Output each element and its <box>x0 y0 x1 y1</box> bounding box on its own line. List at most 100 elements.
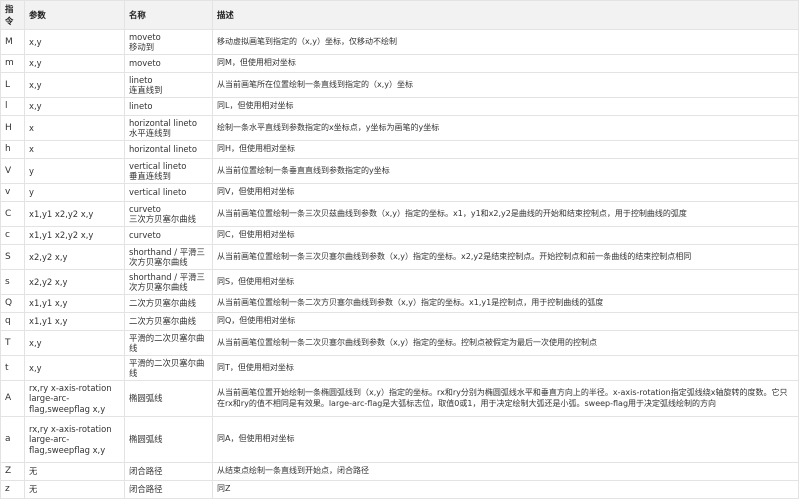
cell-description: 同T，但使用相对坐标 <box>212 355 799 381</box>
cell-description: 从当前画笔所在位置绘制一条直线到指定的（x,y）坐标 <box>212 72 799 98</box>
cell-params: rx,ry x-axis-rotation large-arc-flag,swe… <box>24 380 125 417</box>
table-row: v y vertical lineto 同V，但使用相对坐标 <box>0 183 799 202</box>
cell-command: L <box>0 72 25 98</box>
cell-name: 二次方贝塞尔曲线 <box>124 294 213 313</box>
cell-name-line: 连直线到 <box>129 85 163 95</box>
table-row: Z 无闭合路径 从结束点绘制一条直线到开始点，闭合路径 <box>0 462 799 481</box>
cell-description: 同V，但使用相对坐标 <box>212 183 799 202</box>
cell-description: 绘制一条水平直线到参数指定的x坐标点，y坐标为画笔的y坐标 <box>212 115 799 141</box>
header-params: 参数 <box>24 0 125 30</box>
header-name: 名称 <box>124 0 213 30</box>
cell-name-line: 椭圆弧线 <box>129 434 163 445</box>
table-body: Mx,y moveto 移动到 移动虚拟画笔到指定的（x,y）坐标，仅移动不绘制 m x,… <box>0 29 799 499</box>
cell-name: 平滑的二次贝塞尔曲线 <box>124 355 213 381</box>
cell-name-line: vertical lineto <box>129 160 187 171</box>
table-row: Arx,ry x-axis-rotation large-arc-flag,sw… <box>0 380 799 417</box>
cell-description: 同L，但使用相对坐标 <box>212 97 799 116</box>
cell-name: curveto 三次方贝塞尔曲线 <box>124 201 213 227</box>
cell-params: x1,y1 x,y <box>24 312 125 331</box>
table-row: q x1,y1 x,y 二次方贝塞尔曲线 同Q，但使用相对坐标 <box>0 312 799 331</box>
cell-name: horizontal lineto 水平连线到 <box>124 115 213 141</box>
cell-description: 同A，但使用相对坐标 <box>212 416 799 463</box>
cell-name-line: 线 <box>129 343 138 353</box>
cell-name-line: moveto <box>129 31 161 42</box>
cell-params: x <box>24 140 125 159</box>
cell-description: 同S，但使用相对坐标 <box>212 269 799 295</box>
table-row: Hx horizontal lineto 水平连线到 绘制一条水平直线到参数指定的x坐… <box>0 115 799 141</box>
cell-description: 从结束点绘制一条直线到开始点，闭合路径 <box>212 462 799 481</box>
cell-name: vertical lineto 垂直连线到 <box>124 158 213 184</box>
cell-name: moveto <box>124 54 213 73</box>
cell-name-line: 闭合路径 <box>129 466 163 477</box>
cell-params: x2,y2 x,y <box>24 244 125 270</box>
cell-name-line: 水平连线到 <box>129 128 171 138</box>
cell-command: S <box>0 244 25 270</box>
cell-name: curveto <box>124 226 213 245</box>
table-row: z 无闭合路径 同Z <box>0 480 799 499</box>
cell-params: x <box>24 115 125 141</box>
table-row: Cx1,y1 x2,y2 x,y curveto 三次方贝塞尔曲线 从当前画笔位置绘制… <box>0 201 799 227</box>
cell-command: c <box>0 226 25 245</box>
table-row: Tx,y 平滑的二次贝塞尔曲线从当前画笔位置绘制一条二次贝塞尔曲线到参数（x,y）… <box>0 330 799 356</box>
cell-name-line: 平滑的二次贝塞尔曲线 <box>129 357 205 379</box>
cell-name: lineto <box>124 97 213 116</box>
cell-description: 从当前画笔位置绘制一条二次贝塞尔曲线到参数（x,y）指定的坐标。控制点被假定为最… <box>212 330 799 356</box>
cell-name: lineto 连直线到 <box>124 72 213 98</box>
svg-path-commands-table: 指令 参数 名称 描述 Mx,y moveto 移动到 移动虚拟画笔到指定的（x,y）… <box>0 0 799 499</box>
cell-params: x,y <box>24 97 125 116</box>
cell-description: 移动虚拟画笔到指定的（x,y）坐标，仅移动不绘制 <box>212 29 799 55</box>
cell-params: x1,y1 x2,y2 x,y <box>24 201 125 227</box>
cell-name-line: 三次方贝塞尔曲线 <box>129 214 196 224</box>
cell-name: 椭圆弧线 <box>124 416 213 463</box>
table-row: Vy vertical lineto 垂直连线到 从当前位置绘制一条垂直直线到参数指定… <box>0 158 799 184</box>
cell-params: 无 <box>24 462 125 481</box>
cell-description: 从当前位置绘制一条垂直直线到参数指定的y坐标 <box>212 158 799 184</box>
table-row: c x1,y1 x2,y2 x,y curveto 同C，但使用相对坐标 <box>0 226 799 245</box>
table-row: Sx2,y2 x,y shorthand / 平滑三 次方贝塞尔曲线 从当前画笔位置绘… <box>0 244 799 270</box>
cell-command: Q <box>0 294 25 313</box>
cell-name-line: horizontal lineto <box>129 117 197 128</box>
cell-command: Z <box>0 462 25 481</box>
table-row: h x horizontal lineto 同H，但使用相对坐标 <box>0 140 799 159</box>
cell-description: 同M，但使用相对坐标 <box>212 54 799 73</box>
cell-description: 同H，但使用相对坐标 <box>212 140 799 159</box>
cell-description: 从当前画笔位置绘制一条三次贝塞尔曲线到参数（x,y）指定的坐标。x2,y2是结束… <box>212 244 799 270</box>
table-row: Lx,y lineto 连直线到 从当前画笔所在位置绘制一条直线到指定的（x,y）坐标 <box>0 72 799 98</box>
cell-command: m <box>0 54 25 73</box>
cell-params: x,y <box>24 29 125 55</box>
cell-name-line: shorthand / 平滑三 <box>129 246 205 257</box>
cell-params: x2,y2 x,y <box>24 269 125 295</box>
table-row: t x,y 平滑的二次贝塞尔曲线 同T，但使用相对坐标 <box>0 355 799 381</box>
cell-params: x,y <box>24 72 125 98</box>
cell-name-line: shorthand / 平滑三 <box>129 271 205 282</box>
cell-command: q <box>0 312 25 331</box>
cell-command: T <box>0 330 25 356</box>
cell-command: a <box>0 416 25 463</box>
header-description: 描述 <box>212 0 799 30</box>
cell-name: 闭合路径 <box>124 480 213 499</box>
cell-description: 从当前画笔位置绘制一条二次方贝塞尔曲线到参数（x,y）指定的坐标。x1,y1是控… <box>212 294 799 313</box>
cell-params: x1,y1 x2,y2 x,y <box>24 226 125 245</box>
cell-command: H <box>0 115 25 141</box>
cell-params: rx,ry x-axis-rotation large-arc-flag,swe… <box>24 416 125 463</box>
cell-name-line: horizontal lineto <box>129 144 197 155</box>
cell-name: 平滑的二次贝塞尔曲线 <box>124 330 213 356</box>
cell-name-line: lineto <box>129 101 153 112</box>
table-row: s x2,y2 x,y shorthand / 平滑三 次方贝塞尔曲线 同S，但使用相对… <box>0 269 799 295</box>
cell-name: shorthand / 平滑三 次方贝塞尔曲线 <box>124 269 213 295</box>
cell-params: x,y <box>24 355 125 381</box>
cell-name-line: lineto <box>129 74 153 85</box>
cell-description: 同Q，但使用相对坐标 <box>212 312 799 331</box>
table-row: Mx,y moveto 移动到 移动虚拟画笔到指定的（x,y）坐标，仅移动不绘制 <box>0 29 799 55</box>
table-row: m x,y moveto 同M，但使用相对坐标 <box>0 54 799 73</box>
table-row: a rx,ry x-axis-rotation large-arc-flag,sw… <box>0 416 799 463</box>
cell-name-line: 次方贝塞尔曲线 <box>129 257 188 267</box>
cell-description: 同C，但使用相对坐标 <box>212 226 799 245</box>
cell-command: M <box>0 29 25 55</box>
cell-name: 闭合路径 <box>124 462 213 481</box>
cell-command: z <box>0 480 25 499</box>
cell-description: 从当前画笔位置开始绘制一条椭圆弧线到（x,y）指定的坐标。rx和ry分别为椭圆弧… <box>212 380 799 417</box>
cell-name-line: curveto <box>129 203 161 214</box>
header-command: 指令 <box>0 0 25 30</box>
header-row: 指令 参数 名称 描述 <box>0 0 799 30</box>
